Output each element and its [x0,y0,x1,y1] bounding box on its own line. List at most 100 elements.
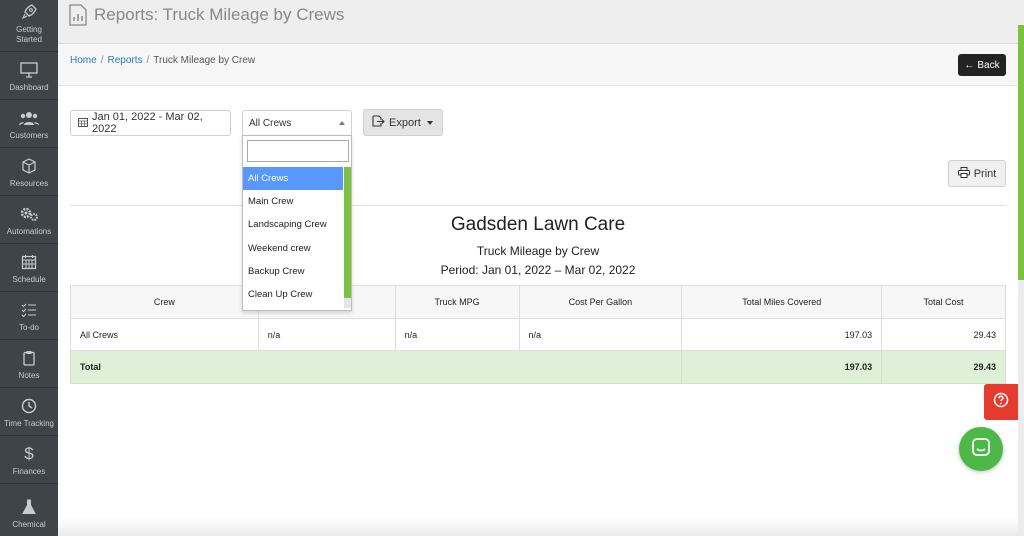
help-button[interactable] [984,384,1018,420]
bottom-shadow [58,516,1018,536]
total-label: Total [69,350,683,384]
sidebar-label: Dashboard [9,83,49,92]
date-range-picker[interactable]: Jan 01, 2022 - Mar 02, 2022 [70,110,231,136]
breadcrumb-bar: Home / Reports / Truck Mileage by Crew ← Back [58,44,1018,86]
breadcrumb-home-link[interactable]: Home [70,55,97,66]
sidebar-label: Finances [12,467,46,476]
dollar-icon: $ [24,444,34,463]
breadcrumb-current: Truck Mileage by Crew [153,55,256,66]
sidebar-item-schedule[interactable]: Schedule [0,245,58,292]
sidebar-label: Notes [18,371,40,380]
crew-option[interactable]: Clean Up Crew [243,283,343,306]
column-header: Total Miles Covered [681,285,883,319]
table-row: All Crews n/a n/a n/a 197.03 29.43 [70,318,1006,351]
sidebar-label: Getting Started [16,25,42,44]
table-cell: 29.43 [881,318,1006,351]
crew-select-value: All Crews [249,118,292,129]
breadcrumb: Home / Reports / Truck Mileage by Crew [70,55,255,66]
sidebar-item-dashboard[interactable]: Dashboard [0,53,58,100]
export-file-icon [372,115,385,130]
print-button[interactable]: Print [948,160,1006,187]
table-cell: n/a [394,318,520,351]
sidebar-item-finances[interactable]: $ Finances [0,437,58,484]
print-label: Print [973,167,997,180]
crew-option[interactable]: All Crews [243,167,343,191]
table-cell: n/a [518,318,683,351]
flask-icon [19,497,39,517]
sidebar-item-getting-started[interactable]: Getting Started [0,0,58,52]
rocket-icon [19,2,39,22]
sidebar-item-todo[interactable]: To-do [0,293,58,340]
table-header-row: Crew Truck MPG Cost Per Gallon Total Mil… [70,285,1006,319]
date-range-text: Jan 01, 2022 - Mar 02, 2022 [92,111,203,135]
export-button[interactable]: Export [363,109,443,136]
page-title: Reports: Truck Mileage by Crews [94,5,345,24]
sidebar-label: To-do [18,323,39,332]
scroll-accent [1018,25,1024,280]
box-icon [19,156,39,176]
column-header: Total Cost [881,285,1006,319]
sidebar-item-chemical[interactable]: Chemical [0,485,58,536]
report-title: Truck Mileage by Crew [476,244,600,258]
column-header: Cost Per Gallon [518,285,683,319]
crew-option[interactable]: Backup Crew [243,260,343,283]
sidebar-item-automations[interactable]: Automations [0,197,58,244]
crew-search-input[interactable] [247,140,349,162]
crew-option[interactable]: Weekend crew [243,237,343,260]
page-header: Reports: Truck Mileage by Crews [58,0,1024,44]
arrow-left-icon: ← [964,59,975,71]
total-row: Total 197.03 29.43 [69,350,1006,384]
report-period: Period: Jan 01, 2022 – Mar 02, 2022 [440,263,636,277]
divider [70,205,1006,206]
question-icon [993,392,1009,413]
sidebar-label: Schedule [12,275,46,284]
crew-option[interactable]: Main Crew [243,190,343,213]
total-cost: 29.43 [881,350,1006,384]
column-header: Truck MPG [394,285,520,319]
report-chart-icon [68,4,88,26]
report-table: Crew Truck MPG Cost Per Gallon Total Mil… [69,285,1006,384]
sidebar-label: Customers [9,131,49,140]
export-label: Export [389,116,421,129]
users-icon [19,108,39,128]
crew-select[interactable]: All Crews [242,110,352,136]
table-cell: All Crews [70,318,259,351]
table-cell: n/a [257,318,396,351]
breadcrumb-separator: / [146,55,150,66]
column-header: Crew [70,285,259,319]
sidebar-label: Automations [6,227,52,236]
breadcrumb-separator: / [100,55,104,66]
breadcrumb-reports-link[interactable]: Reports [107,55,142,66]
crew-dropdown: All Crews Main Crew Landscaping Crew Wee… [242,135,352,311]
back-button[interactable]: ← Back [958,54,1006,76]
dropdown-scroll-track [344,298,351,308]
clipboard-icon [19,348,39,368]
scroll-track [1018,280,1024,536]
sidebar-label: Resources [9,179,49,188]
crew-option[interactable]: Landscaping Crew [243,213,343,236]
sidebar-item-time-tracking[interactable]: Time Tracking [0,389,58,436]
sidebar-item-resources[interactable]: Resources [0,149,58,196]
dropdown-scrollbar[interactable] [344,167,351,298]
calendar-icon [78,117,88,130]
sidebar-item-notes[interactable]: Notes [0,341,58,388]
caret-up-icon [339,121,345,125]
table-cell: 197.03 [681,318,883,351]
sidebar-label: Time Tracking [4,419,54,428]
company-name: Gadsden Lawn Care [450,214,626,235]
crew-options-list: All Crews Main Crew Landscaping Crew Wee… [243,167,343,306]
checklist-icon [19,300,39,320]
sidebar-item-customers[interactable]: Customers [0,101,58,148]
sidebar-label: Chemical [12,520,46,529]
back-label: Back [977,59,1000,71]
caret-down-icon [426,120,433,125]
clock-icon [19,396,39,416]
printer-icon [957,166,970,181]
chat-icon [971,437,991,462]
monitor-icon [19,60,39,80]
calendar-icon [19,252,39,272]
gears-icon [19,204,39,224]
total-miles: 197.03 [681,350,883,384]
chat-button[interactable] [959,427,1003,471]
sidebar: Getting Started Dashboard Customers Resou… [0,0,58,536]
